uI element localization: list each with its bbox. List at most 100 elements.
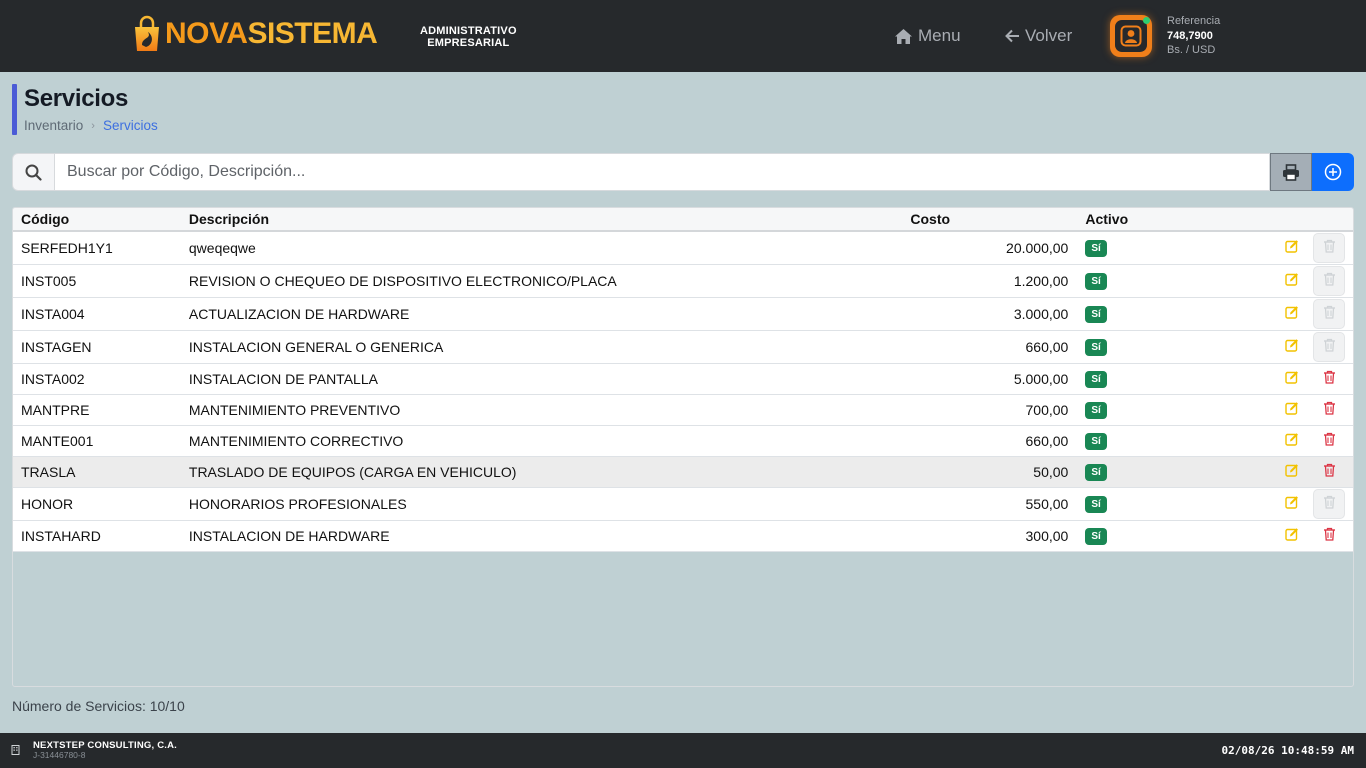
table-row[interactable]: INSTAHARD INSTALACION DE HARDWARE 300,00 Sí	[13, 520, 1353, 551]
trash-icon	[1323, 239, 1336, 256]
search-icon	[25, 164, 42, 181]
table-header: Código Descripción Costo Activo	[13, 208, 1353, 231]
logo-subtitle: ADMINISTRATIVO EMPRESARIAL	[420, 25, 517, 49]
cell-code: MANTE001	[21, 432, 94, 449]
trash-icon	[1323, 432, 1336, 449]
cell-description: INSTALACION GENERAL O GENERICA	[188, 338, 444, 355]
table-row[interactable]: INST005 REVISION O CHEQUEO DE DISPOSITIVO…	[13, 264, 1353, 297]
edit-button[interactable]	[1279, 491, 1305, 517]
add-service-button[interactable]	[1312, 153, 1354, 191]
services-count: Número de Servicios: 10/10	[12, 698, 185, 714]
pencil-square-icon	[1285, 370, 1299, 387]
logo-subtitle-line1: ADMINISTRATIVO	[420, 25, 517, 37]
cell-cost: 20.000,00	[1006, 239, 1069, 256]
menu-button[interactable]: Menu	[894, 24, 961, 48]
table-row[interactable]: INSTA004 ACTUALIZACION DE HARDWARE 3.000,0…	[13, 297, 1353, 330]
cell-description: ACTUALIZACION DE HARDWARE	[188, 305, 410, 322]
cell-description: TRASLADO DE EQUIPOS (CARGA EN VEHICULO)	[188, 463, 517, 480]
pencil-square-icon	[1285, 338, 1299, 355]
column-header-codigo[interactable]: Código	[13, 208, 181, 231]
cell-description: qweqeqwe	[188, 239, 256, 256]
pencil-square-icon	[1285, 463, 1299, 480]
cell-actions	[1165, 264, 1353, 297]
reference-value: 748,7900	[1167, 29, 1213, 42]
edit-button[interactable]	[1279, 397, 1305, 423]
delete-button[interactable]	[1313, 426, 1345, 456]
search-input[interactable]	[54, 153, 1270, 191]
cell-cost: 550,00	[1025, 495, 1069, 512]
delete-button[interactable]	[1313, 364, 1345, 394]
table-row[interactable]: INSTAGEN INSTALACION GENERAL O GENERICA 66…	[13, 330, 1353, 363]
back-button-label: Volver	[1025, 26, 1073, 45]
delete-button[interactable]	[1313, 521, 1345, 551]
row-actions	[1173, 488, 1345, 519]
status-badge: Sí	[1085, 496, 1107, 513]
cell-cost: 50,00	[1033, 463, 1069, 480]
table-row[interactable]: MANTE001 MANTENIMIENTO CORRECTIVO 660,00 Sí	[13, 425, 1353, 456]
edit-button[interactable]	[1279, 523, 1305, 549]
cell-cost: 700,00	[1025, 401, 1069, 418]
delete-button	[1313, 232, 1345, 263]
cell-active: Sí	[1077, 425, 1165, 456]
edit-button[interactable]	[1279, 366, 1305, 392]
column-header-activo[interactable]: Activo	[1077, 208, 1165, 231]
status-badge: Sí	[1085, 339, 1107, 356]
table-header-row: Código Descripción Costo Activo	[13, 208, 1353, 231]
building-icon	[11, 745, 20, 755]
status-badge: Sí	[1085, 433, 1107, 450]
cell-code: INSTA004	[21, 305, 85, 322]
table-row[interactable]: HONOR HONORARIOS PROFESIONALES 550,00 Sí	[13, 487, 1353, 520]
back-button[interactable]: Volver	[1005, 24, 1072, 48]
breadcrumb-item-servicios[interactable]: Servicios	[103, 118, 158, 133]
column-header-descripcion[interactable]: Descripción	[181, 208, 849, 231]
trash-icon	[1323, 495, 1336, 512]
column-header-costo[interactable]: Costo	[849, 208, 1077, 231]
cell-cost: 660,00	[1025, 432, 1069, 449]
delete-button[interactable]	[1313, 457, 1345, 487]
user-icon	[1120, 25, 1142, 47]
table-row[interactable]: MANTPRE MANTENIMIENTO PREVENTIVO 700,00 Sí	[13, 394, 1353, 425]
shopping-bag-logo-icon	[135, 15, 159, 51]
column-header-actions	[1165, 208, 1353, 231]
cell-actions	[1165, 394, 1353, 425]
table-row[interactable]: INSTA002 INSTALACION DE PANTALLA 5.000,00 S…	[13, 363, 1353, 394]
delete-button	[1313, 265, 1345, 296]
printer-icon	[1283, 163, 1299, 181]
user-avatar[interactable]	[1110, 15, 1152, 57]
cell-code: SERFEDH1Y1	[21, 239, 113, 256]
edit-button[interactable]	[1279, 334, 1305, 360]
pencil-square-icon	[1285, 401, 1299, 418]
cell-code: INSTAGEN	[21, 338, 92, 355]
cell-description: HONORARIOS PROFESIONALES	[188, 495, 407, 512]
breadcrumb: Inventario › Servicios	[24, 118, 158, 133]
row-actions	[1173, 395, 1345, 425]
app-logo[interactable]: NOVASISTEMA	[132, 14, 378, 54]
logo-text-sistema: SISTEMA	[247, 17, 378, 50]
page-title-accent	[12, 84, 17, 135]
cell-active: Sí	[1077, 456, 1165, 487]
table-row[interactable]: TRASLA TRASLADO DE EQUIPOS (CARGA EN VEHI…	[13, 456, 1353, 487]
row-actions	[1173, 265, 1345, 296]
cell-description: REVISION O CHEQUEO DE DISPOSITIVO ELECTR…	[188, 272, 617, 289]
edit-button[interactable]	[1279, 235, 1305, 261]
breadcrumb-item-inventario[interactable]: Inventario	[24, 118, 83, 133]
cell-code: INSTA002	[21, 370, 85, 387]
delete-button	[1313, 298, 1345, 329]
delete-button[interactable]	[1313, 395, 1345, 425]
edit-button[interactable]	[1279, 301, 1305, 327]
cell-description: INSTALACION DE HARDWARE	[188, 527, 390, 544]
pencil-square-icon	[1285, 239, 1299, 256]
edit-button[interactable]	[1279, 459, 1305, 485]
pencil-square-icon	[1285, 305, 1299, 322]
table-row[interactable]: SERFEDH1Y1 qweqeqwe 20.000,00 Sí	[13, 231, 1353, 264]
print-button[interactable]	[1270, 153, 1312, 191]
row-actions	[1173, 232, 1345, 263]
edit-button[interactable]	[1279, 268, 1305, 294]
cell-active: Sí	[1077, 394, 1165, 425]
cell-active: Sí	[1077, 487, 1165, 520]
row-actions	[1173, 521, 1345, 551]
cell-actions	[1165, 425, 1353, 456]
cell-cost: 300,00	[1025, 527, 1069, 544]
edit-button[interactable]	[1279, 428, 1305, 454]
status-badge: Sí	[1085, 402, 1107, 419]
